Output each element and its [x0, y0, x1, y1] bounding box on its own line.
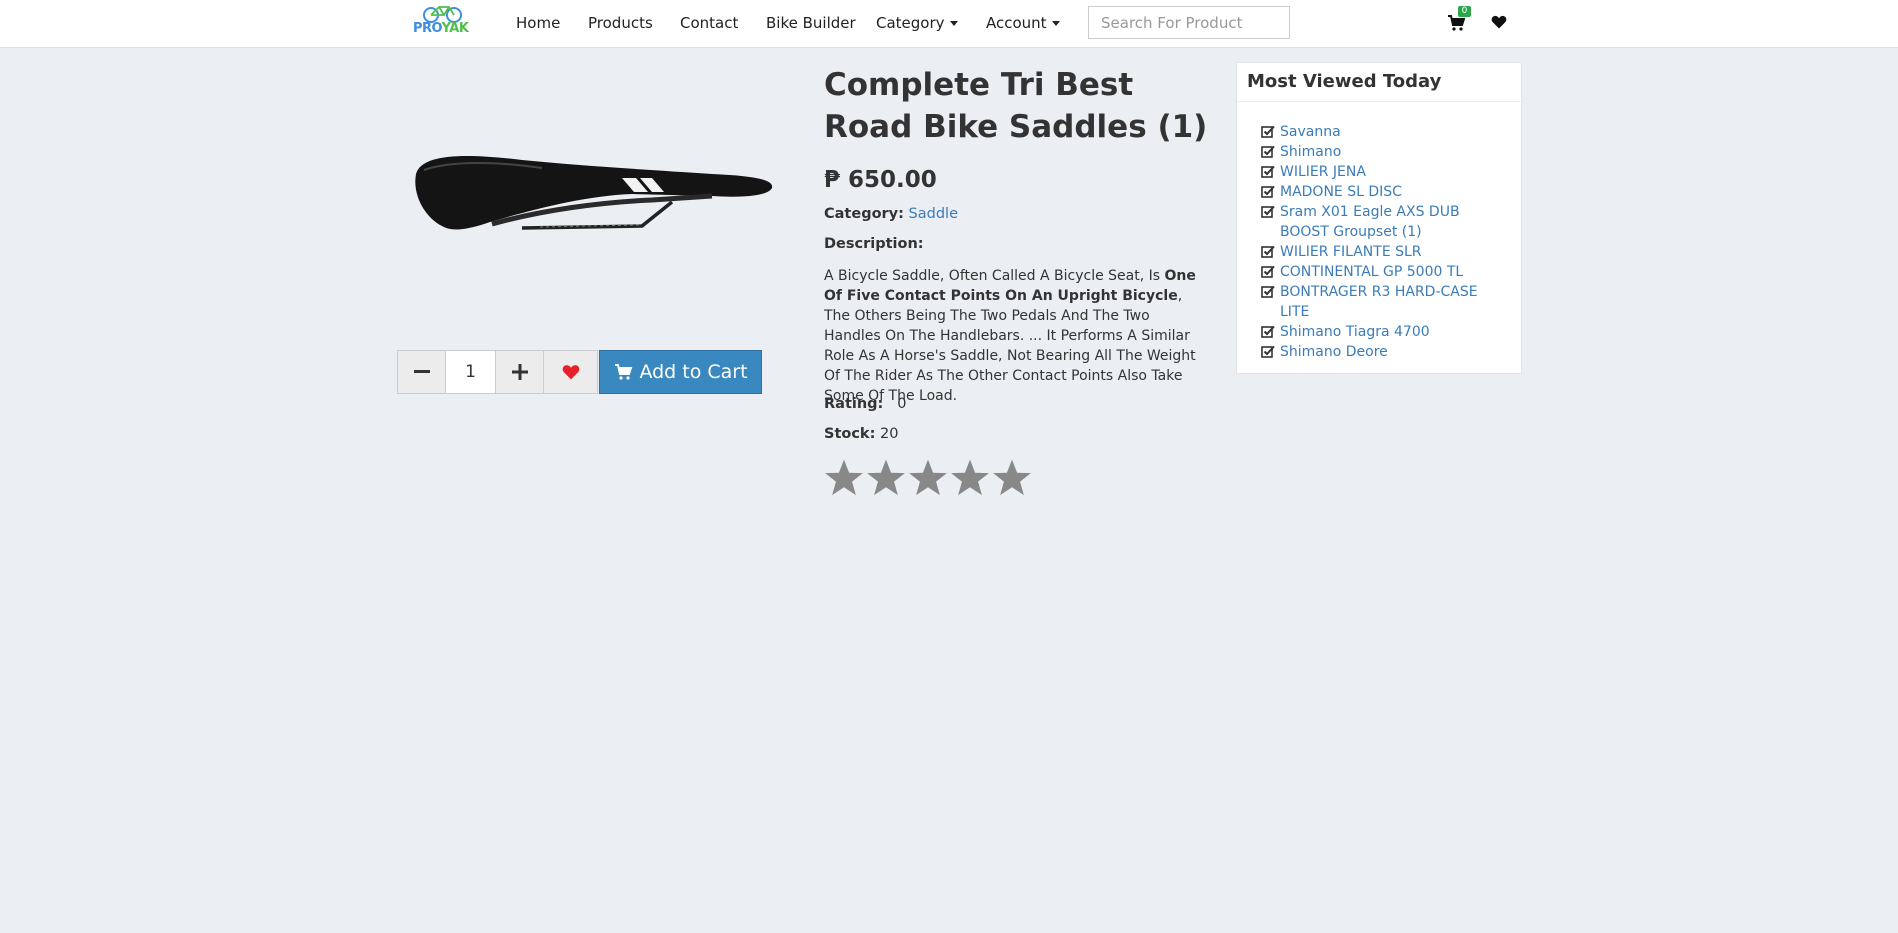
- heart-icon[interactable]: [1491, 14, 1507, 30]
- cart-count-badge: 0: [1458, 6, 1471, 17]
- star-icon[interactable]: [991, 457, 1033, 499]
- list-item: Savanna: [1261, 122, 1521, 142]
- increase-quantity-button[interactable]: [495, 350, 544, 394]
- list-item: MADONE SL DISC: [1261, 182, 1521, 202]
- product-description: A Bicycle Saddle, Often Called A Bicycle…: [824, 266, 1209, 406]
- nav-account-label: Account: [986, 14, 1047, 32]
- stock-label: Stock:: [824, 426, 876, 442]
- checkbox-checked-icon: [1261, 125, 1275, 138]
- checkbox-checked-icon: [1261, 185, 1275, 198]
- list-item: Shimano Deore: [1261, 342, 1521, 362]
- checkbox-checked-icon: [1261, 265, 1275, 278]
- add-to-cart-button[interactable]: Add to Cart: [599, 350, 762, 394]
- checkbox-checked-icon: [1261, 205, 1275, 218]
- most-viewed-link[interactable]: CONTINENTAL GP 5000 TL: [1280, 262, 1510, 282]
- checkbox-checked-icon: [1261, 345, 1275, 358]
- product-category: Category: Saddle: [824, 206, 958, 222]
- quantity-stepper: [397, 350, 598, 394]
- list-item: CONTINENTAL GP 5000 TL: [1261, 262, 1521, 282]
- checkbox-checked-icon: [1261, 145, 1275, 158]
- star-rating-input: [823, 457, 1033, 499]
- list-item: WILIER FILANTE SLR: [1261, 242, 1521, 262]
- checkbox-checked-icon: [1261, 285, 1275, 298]
- nav-category-label: Category: [876, 14, 945, 32]
- most-viewed-list: Savanna Shimano WILIER JENA MADONE SL DI…: [1237, 102, 1521, 362]
- most-viewed-link[interactable]: Shimano Tiagra 4700: [1280, 322, 1510, 342]
- checkbox-checked-icon: [1261, 245, 1275, 258]
- description-heading: Description:: [824, 236, 924, 252]
- product-price: ₱ 650.00: [824, 167, 937, 193]
- nav-contact-link[interactable]: Contact: [680, 14, 738, 32]
- star-icon[interactable]: [907, 457, 949, 499]
- rating-value: 0: [897, 396, 907, 412]
- checkbox-checked-icon: [1261, 165, 1275, 178]
- product-rating: Rating: 0: [824, 396, 906, 412]
- description-text-1: A Bicycle Saddle, Often Called A Bicycle…: [824, 268, 1165, 284]
- list-item: WILIER JENA: [1261, 162, 1521, 182]
- heart-icon: [562, 365, 579, 380]
- checkbox-checked-icon: [1261, 325, 1275, 338]
- description-text-2: , The Others Being The Two Pedals And Th…: [824, 288, 1196, 404]
- bicycle-logo-icon: [423, 6, 462, 23]
- decrease-quantity-button[interactable]: [397, 350, 446, 394]
- nav-products-link[interactable]: Products: [588, 14, 653, 32]
- most-viewed-title: Most Viewed Today: [1237, 63, 1521, 102]
- nav-category-dropdown[interactable]: Category: [876, 14, 958, 32]
- star-icon[interactable]: [823, 457, 865, 499]
- most-viewed-link[interactable]: WILIER JENA: [1280, 162, 1510, 182]
- most-viewed-link[interactable]: BONTRAGER R3 HARD-CASE LITE: [1280, 282, 1510, 322]
- product-image-saddle: [415, 155, 773, 230]
- most-viewed-link[interactable]: Savanna: [1280, 122, 1510, 142]
- rating-label: Rating:: [824, 396, 884, 412]
- caret-down-icon: [1051, 21, 1060, 26]
- list-item: BONTRAGER R3 HARD-CASE LITE: [1261, 282, 1521, 322]
- product-title: Complete Tri Best Road Bike Saddles (1): [824, 67, 1208, 145]
- top-navbar: PROYAK Home Products Contact Bike Builde…: [0, 0, 1898, 48]
- category-label: Category:: [824, 206, 904, 222]
- product-stock: Stock: 20: [824, 426, 898, 442]
- list-item: Sram X01 Eagle AXS DUB BOOST Groupset (1…: [1261, 202, 1521, 242]
- minus-icon: [413, 370, 430, 373]
- category-link[interactable]: Saddle: [909, 206, 958, 222]
- add-to-cart-label: Add to Cart: [639, 361, 748, 383]
- add-to-wishlist-button[interactable]: [544, 350, 598, 394]
- site-logo[interactable]: PROYAK: [410, 3, 472, 43]
- star-icon[interactable]: [865, 457, 907, 499]
- list-item: Shimano: [1261, 142, 1521, 162]
- quantity-input[interactable]: [446, 350, 495, 394]
- most-viewed-panel: Most Viewed Today Savanna Shimano WILIER…: [1236, 62, 1522, 374]
- caret-down-icon: [949, 21, 958, 26]
- list-item: Shimano Tiagra 4700: [1261, 322, 1521, 342]
- logo-text: PROYAK: [413, 21, 469, 36]
- most-viewed-link[interactable]: Sram X01 Eagle AXS DUB BOOST Groupset (1…: [1280, 202, 1510, 242]
- nav-bike-builder-link[interactable]: Bike Builder: [766, 14, 856, 32]
- cart-icon: [615, 364, 633, 380]
- stock-value: 20: [879, 426, 899, 442]
- most-viewed-link[interactable]: MADONE SL DISC: [1280, 182, 1510, 202]
- most-viewed-link[interactable]: WILIER FILANTE SLR: [1280, 242, 1510, 262]
- nav-home-link[interactable]: Home: [516, 14, 560, 32]
- most-viewed-link[interactable]: Shimano Deore: [1280, 342, 1510, 362]
- nav-account-dropdown[interactable]: Account: [986, 14, 1060, 32]
- most-viewed-link[interactable]: Shimano: [1280, 142, 1510, 162]
- plus-icon: [511, 364, 528, 380]
- description-label: Description:: [824, 236, 924, 252]
- search-input[interactable]: [1088, 6, 1290, 39]
- star-icon[interactable]: [949, 457, 991, 499]
